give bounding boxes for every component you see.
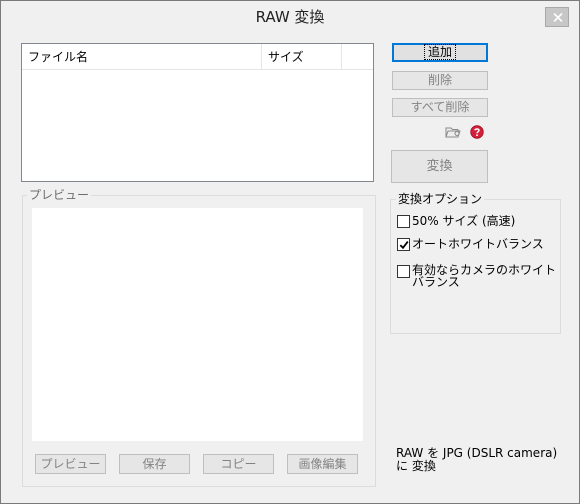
file-list-header: ファイル名 サイズ xyxy=(22,44,373,70)
raw-convert-dialog: RAW 変換 ファイル名 サイズ 追加 削除 すべて削除 変換 プレビュー プレ… xyxy=(0,0,580,504)
half-size-label: 50% サイズ (高速) xyxy=(412,214,516,228)
delete-all-button[interactable]: すべて削除 xyxy=(392,98,488,117)
auto-white-balance-label: オートホワイトバランス xyxy=(412,237,544,251)
title-bar: RAW 変換 xyxy=(1,1,579,33)
help-icon[interactable] xyxy=(470,125,484,142)
add-button[interactable]: 追加 xyxy=(392,43,488,62)
conversion-info-text: RAW を JPG (DSLR camera)に 変換 xyxy=(396,446,558,473)
preview-image-area xyxy=(32,208,363,441)
column-header-size[interactable]: サイズ xyxy=(262,44,342,69)
copy-button[interactable]: コピー xyxy=(203,454,274,474)
column-header-filename[interactable]: ファイル名 xyxy=(22,44,262,69)
half-size-checkbox[interactable] xyxy=(397,215,410,228)
camera-white-balance-checkbox[interactable] xyxy=(397,265,410,278)
file-list[interactable]: ファイル名 サイズ xyxy=(21,43,374,182)
add-button-label: 追加 xyxy=(423,44,456,60)
convert-button[interactable]: 変換 xyxy=(391,150,488,183)
close-button[interactable] xyxy=(545,7,569,27)
delete-button[interactable]: 削除 xyxy=(392,71,488,90)
save-button[interactable]: 保存 xyxy=(119,454,190,474)
preview-button[interactable]: プレビュー xyxy=(35,454,106,474)
preview-group-label: プレビュー xyxy=(27,188,92,202)
open-folder-icon[interactable] xyxy=(445,125,461,142)
image-edit-button[interactable]: 画像編集 xyxy=(287,454,358,474)
auto-white-balance-checkbox[interactable] xyxy=(397,238,410,251)
camera-white-balance-label: 有効ならカメラのホワイトバランス xyxy=(412,263,557,289)
window-title: RAW 変換 xyxy=(255,8,325,26)
options-group-label: 変換オプション xyxy=(396,192,485,206)
close-icon xyxy=(553,13,563,22)
checkmark-icon xyxy=(399,241,409,250)
